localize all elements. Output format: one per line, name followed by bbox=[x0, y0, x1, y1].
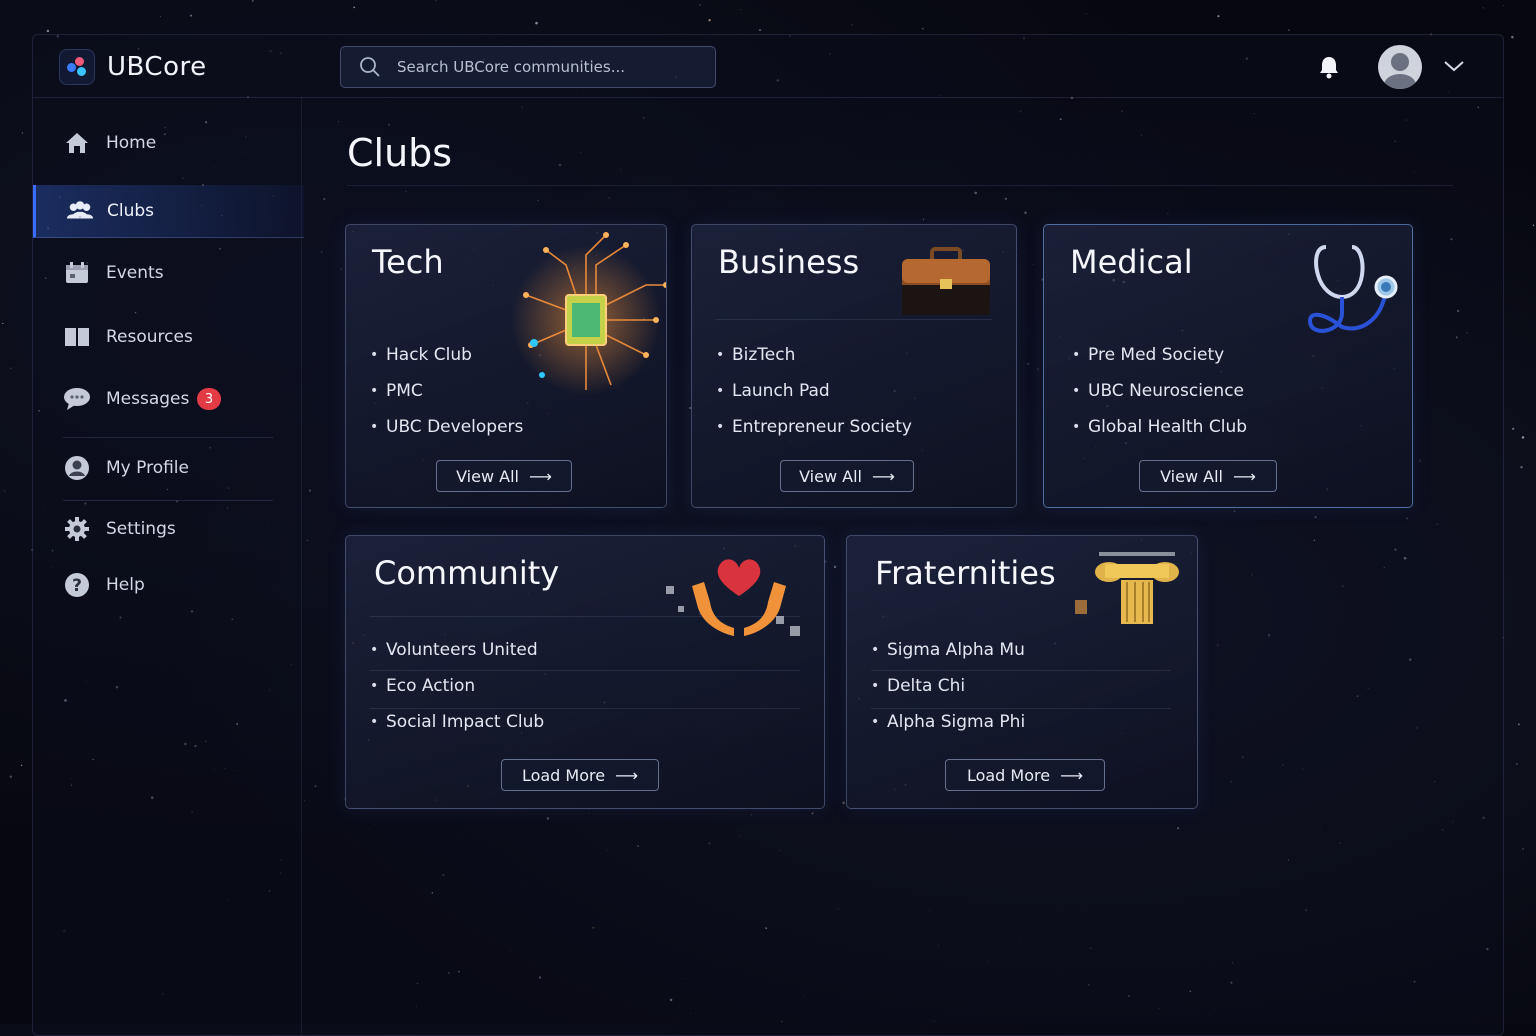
club-card-community[interactable]: Community Volunteers United Eco Action S… bbox=[345, 535, 825, 809]
user-icon bbox=[63, 454, 91, 482]
card-title: Business bbox=[718, 243, 859, 281]
sidebar-item-label: Resources bbox=[106, 327, 193, 347]
heart-hands-icon bbox=[664, 546, 814, 646]
club-list: Volunteers United Eco Action Social Impa… bbox=[370, 632, 544, 740]
svg-text:?: ? bbox=[72, 576, 82, 596]
button-label: Load More bbox=[522, 766, 605, 785]
club-card-medical[interactable]: Medical Pre Med Society UBC Neuroscience… bbox=[1043, 224, 1413, 508]
column-icon bbox=[1065, 550, 1185, 630]
search-input[interactable] bbox=[395, 57, 699, 77]
sidebar-item-settings[interactable]: Settings bbox=[33, 503, 301, 555]
search-icon bbox=[359, 56, 381, 78]
arrow-right-icon: ⟶ bbox=[1060, 766, 1083, 785]
book-icon bbox=[63, 323, 91, 351]
sidebar-item-label: Help bbox=[106, 575, 145, 595]
list-item[interactable]: Eco Action bbox=[370, 668, 544, 704]
chevron-down-icon[interactable] bbox=[1443, 59, 1465, 73]
list-item[interactable]: Alpha Sigma Phi bbox=[871, 704, 1025, 740]
sidebar-item-label: Clubs bbox=[107, 201, 154, 221]
sidebar-item-label: Messages bbox=[106, 389, 189, 409]
list-item[interactable]: Sigma Alpha Mu bbox=[871, 632, 1025, 668]
list-item[interactable]: Pre Med Society bbox=[1072, 337, 1247, 373]
list-item[interactable]: Volunteers United bbox=[370, 632, 544, 668]
card-title: Fraternities bbox=[875, 554, 1056, 592]
stethoscope-icon bbox=[1302, 241, 1400, 341]
view-all-button[interactable]: View All ⟶ bbox=[780, 460, 914, 492]
card-title: Tech bbox=[372, 243, 444, 281]
list-item[interactable]: Entrepreneur Society bbox=[716, 409, 912, 445]
list-item[interactable]: Delta Chi bbox=[871, 668, 1025, 704]
button-label: View All bbox=[456, 467, 519, 486]
arrow-right-icon: ⟶ bbox=[872, 467, 895, 486]
list-item[interactable]: BizTech bbox=[716, 337, 912, 373]
club-card-tech[interactable]: Tech Hack Club PMC UBC Developers View A… bbox=[345, 224, 667, 508]
sidebar: Home Clubs Events Resources bbox=[33, 97, 302, 1035]
sidebar-item-label: Events bbox=[106, 263, 164, 283]
club-list: Pre Med Society UBC Neuroscience Global … bbox=[1072, 337, 1247, 445]
top-bar: UBCore bbox=[33, 35, 1503, 98]
circuit-chip-icon bbox=[506, 225, 666, 405]
sidebar-item-help[interactable]: ? Help bbox=[33, 559, 301, 611]
arrow-right-icon: ⟶ bbox=[1233, 467, 1256, 486]
app-name: UBCore bbox=[107, 52, 207, 82]
card-title: Community bbox=[374, 554, 559, 592]
view-all-button[interactable]: View All ⟶ bbox=[436, 460, 572, 492]
sidebar-item-clubs[interactable]: Clubs bbox=[33, 185, 304, 238]
button-label: View All bbox=[799, 467, 862, 486]
list-item[interactable]: Hack Club bbox=[370, 337, 523, 373]
club-list: Sigma Alpha Mu Delta Chi Alpha Sigma Phi bbox=[871, 632, 1025, 740]
sidebar-divider bbox=[63, 500, 273, 501]
app-window: UBCore Home bbox=[32, 34, 1504, 1036]
home-icon bbox=[63, 129, 91, 157]
sidebar-item-events[interactable]: Events bbox=[33, 247, 301, 299]
avatar[interactable] bbox=[1378, 45, 1422, 89]
arrow-right-icon: ⟶ bbox=[615, 766, 638, 785]
load-more-button[interactable]: Load More ⟶ bbox=[501, 759, 659, 791]
club-list: Hack Club PMC UBC Developers bbox=[370, 337, 523, 445]
calendar-icon bbox=[63, 259, 91, 287]
sidebar-item-label: Home bbox=[106, 133, 156, 153]
user-avatar-icon bbox=[1378, 45, 1422, 89]
sidebar-item-label: My Profile bbox=[106, 458, 189, 478]
sidebar-item-messages[interactable]: Messages 3 bbox=[33, 373, 301, 425]
logo-icon bbox=[59, 49, 95, 85]
page-title: Clubs bbox=[347, 131, 452, 175]
sidebar-item-label: Settings bbox=[106, 519, 176, 539]
app-logo[interactable]: UBCore bbox=[59, 49, 207, 85]
chat-icon bbox=[63, 385, 91, 413]
users-icon bbox=[66, 197, 94, 225]
load-more-button[interactable]: Load More ⟶ bbox=[945, 759, 1105, 791]
sidebar-divider bbox=[63, 437, 273, 438]
search-bar[interactable] bbox=[340, 46, 716, 88]
club-card-business[interactable]: Business BizTech Launch Pad Entrepreneur… bbox=[691, 224, 1017, 508]
unread-badge: 3 bbox=[197, 388, 221, 410]
help-icon: ? bbox=[63, 571, 91, 599]
list-item[interactable]: UBC Developers bbox=[370, 409, 523, 445]
card-title: Medical bbox=[1070, 243, 1193, 281]
arrow-right-icon: ⟶ bbox=[529, 467, 552, 486]
list-item[interactable]: Social Impact Club bbox=[370, 704, 544, 740]
card-divider bbox=[716, 319, 992, 320]
list-item[interactable]: PMC bbox=[370, 373, 523, 409]
club-list: BizTech Launch Pad Entrepreneur Society bbox=[716, 337, 912, 445]
sidebar-item-resources[interactable]: Resources bbox=[33, 311, 301, 363]
gear-icon bbox=[63, 515, 91, 543]
list-item[interactable]: UBC Neuroscience bbox=[1072, 373, 1247, 409]
club-card-fraternities[interactable]: Fraternities Sigma Alpha Mu Delta Chi Al… bbox=[846, 535, 1198, 809]
sidebar-item-profile[interactable]: My Profile bbox=[33, 442, 301, 494]
title-divider bbox=[347, 185, 1453, 186]
button-label: View All bbox=[1160, 467, 1223, 486]
bell-icon[interactable] bbox=[1318, 55, 1340, 79]
sidebar-item-home[interactable]: Home bbox=[33, 117, 301, 169]
list-item[interactable]: Global Health Club bbox=[1072, 409, 1247, 445]
briefcase-icon bbox=[898, 247, 994, 319]
button-label: Load More bbox=[967, 766, 1050, 785]
list-item[interactable]: Launch Pad bbox=[716, 373, 912, 409]
view-all-button[interactable]: View All ⟶ bbox=[1139, 460, 1277, 492]
